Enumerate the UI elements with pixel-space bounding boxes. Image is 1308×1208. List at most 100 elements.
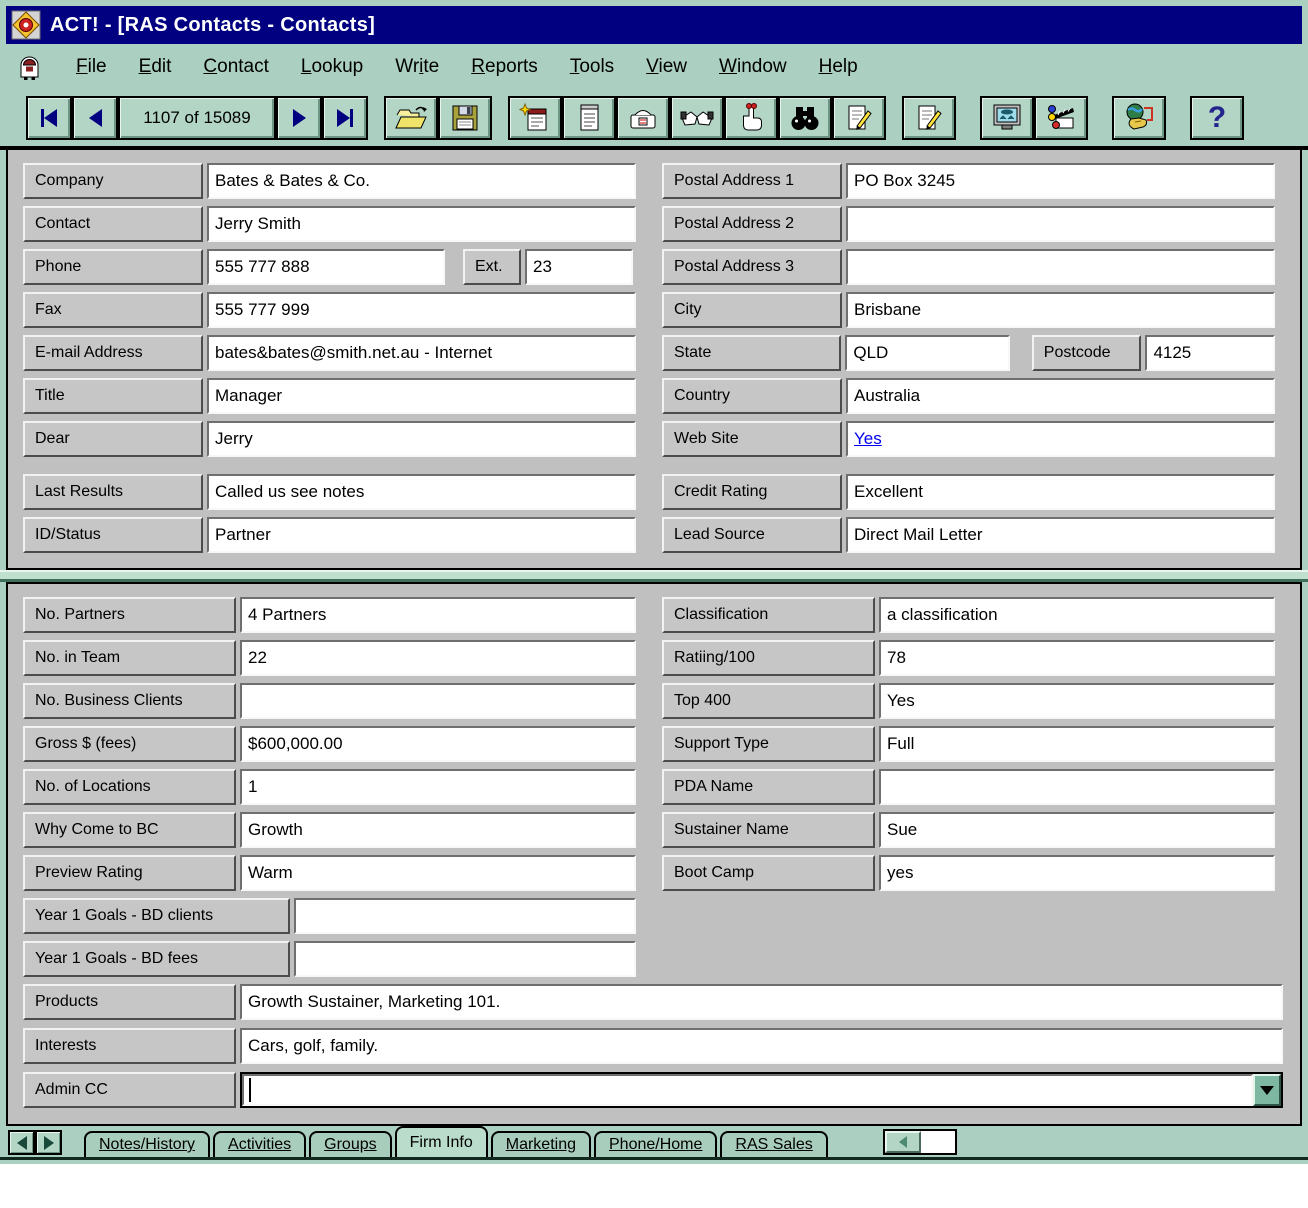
postcode-field[interactable]: 4125 — [1145, 335, 1275, 371]
postal-address-3-label-button[interactable]: Postal Address 3 — [662, 249, 842, 285]
contact-field[interactable]: Jerry Smith — [207, 206, 636, 242]
postal-address-1-field[interactable]: PO Box 3245 — [846, 163, 1275, 199]
admin-cc-field[interactable] — [240, 1072, 1283, 1108]
title-label-button[interactable]: Title — [23, 378, 203, 414]
last-results-field[interactable]: Called us see notes — [207, 474, 636, 510]
menu-write[interactable]: Write — [395, 56, 439, 78]
country-label-button[interactable]: Country — [662, 378, 842, 414]
email-field[interactable]: bates&bates@smith.net.au - Internet — [207, 335, 636, 371]
sustainer-name-field[interactable]: Sue — [879, 812, 1275, 848]
tab-ras-sales[interactable]: RAS Sales — [720, 1131, 827, 1157]
sustainer-name-label-button[interactable]: Sustainer Name — [662, 812, 875, 848]
help-button[interactable]: ? — [1190, 96, 1244, 140]
email-label-button[interactable]: E-mail Address — [23, 335, 203, 371]
title-field[interactable]: Manager — [207, 378, 636, 414]
phone-field[interactable]: 555 777 888 — [207, 249, 445, 285]
first-record-button[interactable] — [26, 96, 72, 140]
company-label-button[interactable]: Company — [23, 163, 203, 199]
why-come-to-bc-field[interactable]: Growth — [240, 812, 636, 848]
no-business-clients-field[interactable] — [240, 683, 636, 719]
admin-cc-dropdown-button[interactable] — [1253, 1074, 1281, 1106]
tab-marketing[interactable]: Marketing — [491, 1131, 591, 1157]
top-400-field[interactable]: Yes — [879, 683, 1275, 719]
menu-contact[interactable]: Contact — [203, 56, 269, 78]
no-of-locations-label-button[interactable]: No. of Locations — [23, 769, 236, 805]
company-field[interactable]: Bates & Bates & Co. — [207, 163, 636, 199]
postal-address-1-label-button[interactable]: Postal Address 1 — [662, 163, 842, 199]
year1-goals-bd-fees-label-button[interactable]: Year 1 Goals - BD fees — [23, 941, 290, 977]
city-label-button[interactable]: City — [662, 292, 842, 328]
rating-field[interactable]: 78 — [879, 640, 1275, 676]
no-of-locations-field[interactable]: 1 — [240, 769, 636, 805]
schedule-hand-button[interactable] — [724, 96, 778, 140]
sales-handshake-button[interactable] — [670, 96, 724, 140]
support-type-field[interactable]: Full — [879, 726, 1275, 762]
no-partners-label-button[interactable]: No. Partners — [23, 597, 236, 633]
ext-field[interactable]: 23 — [525, 249, 633, 285]
no-in-team-field[interactable]: 22 — [240, 640, 636, 676]
classification-label-button[interactable]: Classification — [662, 597, 875, 633]
tab-scroll-left-button[interactable] — [8, 1130, 35, 1155]
year1-goals-bd-clients-field[interactable] — [294, 898, 636, 934]
act-app-icon[interactable] — [10, 9, 42, 41]
postcode-label-button[interactable]: Postcode — [1032, 335, 1142, 371]
top-400-label-button[interactable]: Top 400 — [662, 683, 875, 719]
menu-window[interactable]: Window — [719, 56, 787, 78]
lead-source-label-button[interactable]: Lead Source — [662, 517, 842, 553]
contact-card-icon[interactable] — [16, 53, 44, 81]
next-record-button[interactable] — [276, 96, 322, 140]
menu-view[interactable]: View — [646, 56, 687, 78]
gross-fees-field[interactable]: $600,000.00 — [240, 726, 636, 762]
preview-rating-label-button[interactable]: Preview Rating — [23, 855, 236, 891]
ext-label-button[interactable]: Ext. — [463, 249, 521, 285]
mini-scroll-left-button[interactable] — [885, 1131, 921, 1153]
credit-rating-field[interactable]: Excellent — [846, 474, 1275, 510]
notepad-button[interactable] — [562, 96, 616, 140]
id-status-label-button[interactable]: ID/Status — [23, 517, 203, 553]
no-business-clients-label-button[interactable]: No. Business Clients — [23, 683, 236, 719]
save-button[interactable] — [438, 96, 492, 140]
no-in-team-label-button[interactable]: No. in Team — [23, 640, 236, 676]
menu-edit[interactable]: Edit — [139, 56, 172, 78]
tab-activities[interactable]: Activities — [213, 1131, 306, 1157]
tab-firm-info[interactable]: Firm Info — [395, 1126, 488, 1157]
dear-field[interactable]: Jerry — [207, 421, 636, 457]
contact-label-button[interactable]: Contact — [23, 206, 203, 242]
phone-dialer-button[interactable] — [616, 96, 670, 140]
tab-mini-scrollbar[interactable] — [883, 1129, 957, 1155]
postal-address-2-field[interactable] — [846, 206, 1275, 242]
menu-tools[interactable]: Tools — [570, 56, 614, 78]
write-note-button[interactable] — [902, 96, 956, 140]
internet-links-button[interactable] — [1112, 96, 1166, 140]
interests-label-button[interactable]: Interests — [23, 1028, 236, 1064]
new-contact-button[interactable] — [508, 96, 562, 140]
year1-goals-bd-fees-field[interactable] — [294, 941, 636, 977]
year1-goals-bd-clients-label-button[interactable]: Year 1 Goals - BD clients — [23, 898, 290, 934]
products-field[interactable]: Growth Sustainer, Marketing 101. — [240, 984, 1283, 1020]
fax-field[interactable]: 555 777 999 — [207, 292, 636, 328]
media-clapboard-button[interactable] — [1034, 96, 1088, 140]
menu-help[interactable]: Help — [819, 56, 858, 78]
open-file-button[interactable] — [384, 96, 438, 140]
menu-reports[interactable]: Reports — [471, 56, 538, 78]
country-field[interactable]: Australia — [846, 378, 1275, 414]
products-label-button[interactable]: Products — [23, 984, 236, 1020]
city-field[interactable]: Brisbane — [846, 292, 1275, 328]
boot-camp-field[interactable]: yes — [879, 855, 1275, 891]
record-counter[interactable]: 1107 of 15089 — [118, 96, 276, 140]
tab-phone-home[interactable]: Phone/Home — [594, 1131, 717, 1157]
id-status-field[interactable]: Partner — [207, 517, 636, 553]
classification-field[interactable]: a classification — [879, 597, 1275, 633]
support-type-label-button[interactable]: Support Type — [662, 726, 875, 762]
tab-scroll-right-button[interactable] — [35, 1130, 62, 1155]
boot-camp-label-button[interactable]: Boot Camp — [662, 855, 875, 891]
dear-label-button[interactable]: Dear — [23, 421, 203, 457]
last-record-button[interactable] — [322, 96, 368, 140]
no-partners-field[interactable]: 4 Partners — [240, 597, 636, 633]
previous-record-button[interactable] — [72, 96, 118, 140]
last-results-label-button[interactable]: Last Results — [23, 474, 203, 510]
why-come-to-bc-label-button[interactable]: Why Come to BC — [23, 812, 236, 848]
preview-rating-field[interactable]: Warm — [240, 855, 636, 891]
admin-cc-label-button[interactable]: Admin CC — [23, 1072, 236, 1108]
lead-source-field[interactable]: Direct Mail Letter — [846, 517, 1275, 553]
